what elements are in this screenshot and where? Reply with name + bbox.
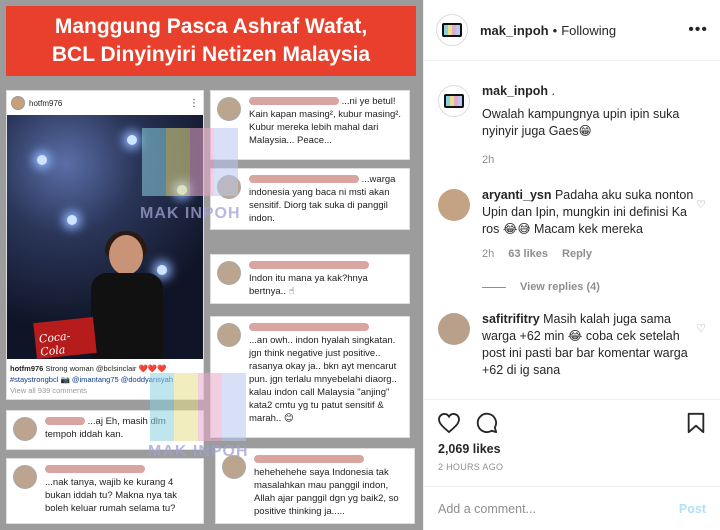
commenter-avatar [13, 465, 37, 489]
comment-username[interactable]: mak_inpoh [482, 84, 548, 98]
commenter-avatar[interactable] [438, 313, 470, 345]
caption-comment: mak_inpoh . Owalah kampungnya upin ipin … [438, 83, 706, 169]
commenter-avatar [217, 323, 241, 347]
comment-time: 2h [482, 248, 495, 260]
post-header: mak_inpoh • Following ••• [424, 0, 720, 61]
commenter-avatar [13, 417, 37, 441]
post-sidebar: mak_inpoh • Following ••• mak_inpoh . Ow… [423, 0, 720, 530]
action-icons [438, 408, 706, 438]
screenshot-comment-text: hehehehehe saya Indonesia tak masalahkan… [254, 467, 399, 517]
add-comment-bar: Post [424, 486, 720, 530]
like-comment-heart-icon[interactable]: ♡ [696, 321, 706, 338]
header-separator: • [552, 22, 558, 38]
brand-sign: Coca-Cola [33, 316, 97, 359]
comment-bubble-icon[interactable] [476, 412, 498, 434]
comment-input[interactable] [438, 501, 679, 516]
tv-logo-icon [442, 23, 462, 37]
caption-text: Strong woman @bclsinclair ❤️❤️❤️ [45, 364, 167, 373]
comments-list[interactable]: mak_inpoh . Owalah kampungnya upin ipin … [424, 61, 720, 399]
view-replies-label: View replies (4) [520, 281, 600, 293]
post-comment-button[interactable]: Post [679, 502, 706, 516]
post-time: 2 HOURS AGO [438, 462, 504, 472]
caption-tags: #staystrongbcl 📷 @imantang75 @doddyansya… [10, 375, 173, 384]
comment-text: . [551, 84, 555, 98]
screenshot-comment: ...ni ye betul! Kain kapan masing², kubu… [210, 90, 410, 160]
commenter-avatar [217, 261, 241, 285]
more-options-icon[interactable]: ••• [688, 21, 708, 39]
screenshot-comment-text: Indon itu mana ya kak?hnya bertnya.. ☝ [249, 273, 368, 297]
likes-count[interactable]: 2,069 likes [438, 442, 706, 456]
watermark-logo [150, 373, 246, 441]
headline-banner: Manggung Pasca Ashraf Wafat, BCL Dinyiny… [6, 6, 416, 76]
header-username[interactable]: mak_inpoh [480, 23, 549, 38]
comment-meta: 2h 63 likes Reply [482, 246, 706, 263]
watermark-text: MAK INPOH [148, 443, 249, 460]
headline-line-2: BCL Dinyinyiri Netizen Malaysia [51, 43, 371, 66]
post-image[interactable]: Manggung Pasca Ashraf Wafat, BCL Dinyiny… [0, 0, 423, 530]
watermark-logo [142, 128, 238, 196]
following-button[interactable]: Following [561, 23, 616, 38]
view-replies-button[interactable]: View replies (4) [482, 281, 706, 293]
profile-avatar[interactable] [436, 14, 468, 46]
headline-line-1: Manggung Pasca Ashraf Wafat, [54, 15, 368, 38]
owner-avatar[interactable] [438, 85, 470, 117]
commenter-avatar[interactable] [438, 189, 470, 221]
screenshot-comment-text: ...an owh.. indon hyalah singkatan. jgn … [249, 335, 397, 424]
like-heart-icon[interactable] [438, 413, 460, 433]
comment-time: 2h [482, 154, 495, 166]
embedded-avatar [11, 96, 25, 110]
caption-view-all: View all 939 comments [10, 386, 87, 395]
reply-button[interactable]: Reply [562, 246, 592, 263]
commenter-avatar [217, 97, 241, 121]
like-comment-heart-icon[interactable]: ♡ [696, 197, 706, 214]
comment-text: Owalah kampungnya upin ipin suka nyinyir… [482, 107, 680, 138]
watermark-text: MAK INPOH [140, 205, 241, 222]
embedded-post-header: hotfm976 ⋮ [7, 91, 203, 115]
embedded-username: hotfm976 [29, 98, 63, 108]
comment-username[interactable]: aryanti_ysn [482, 188, 551, 202]
comment-meta: 2h [482, 152, 706, 169]
more-options-icon: ⋮ [189, 97, 199, 109]
screenshot-comment: Indon itu mana ya kak?hnya bertnya.. ☝ [210, 254, 410, 304]
screenshot-comment-text: ...nak tanya, wajib ke kurang 4 bukan id… [45, 477, 178, 514]
screenshot-comment: ...nak tanya, wajib ke kurang 4 bukan id… [6, 458, 204, 524]
replies-line [482, 286, 506, 288]
comment-username[interactable]: safitrifitry [482, 312, 540, 326]
bookmark-icon[interactable] [686, 412, 706, 434]
comment-likes[interactable]: 63 likes [508, 246, 548, 263]
comment-item: aryanti_ysn Padaha aku suka nonton Upin … [438, 187, 706, 263]
caption-username: hotfm976 [10, 364, 44, 373]
post-actions: 2,069 likes 2 HOURS AGO [424, 399, 720, 472]
comment-item: safitrifitry Masih kalah juga sama warga… [438, 311, 706, 379]
